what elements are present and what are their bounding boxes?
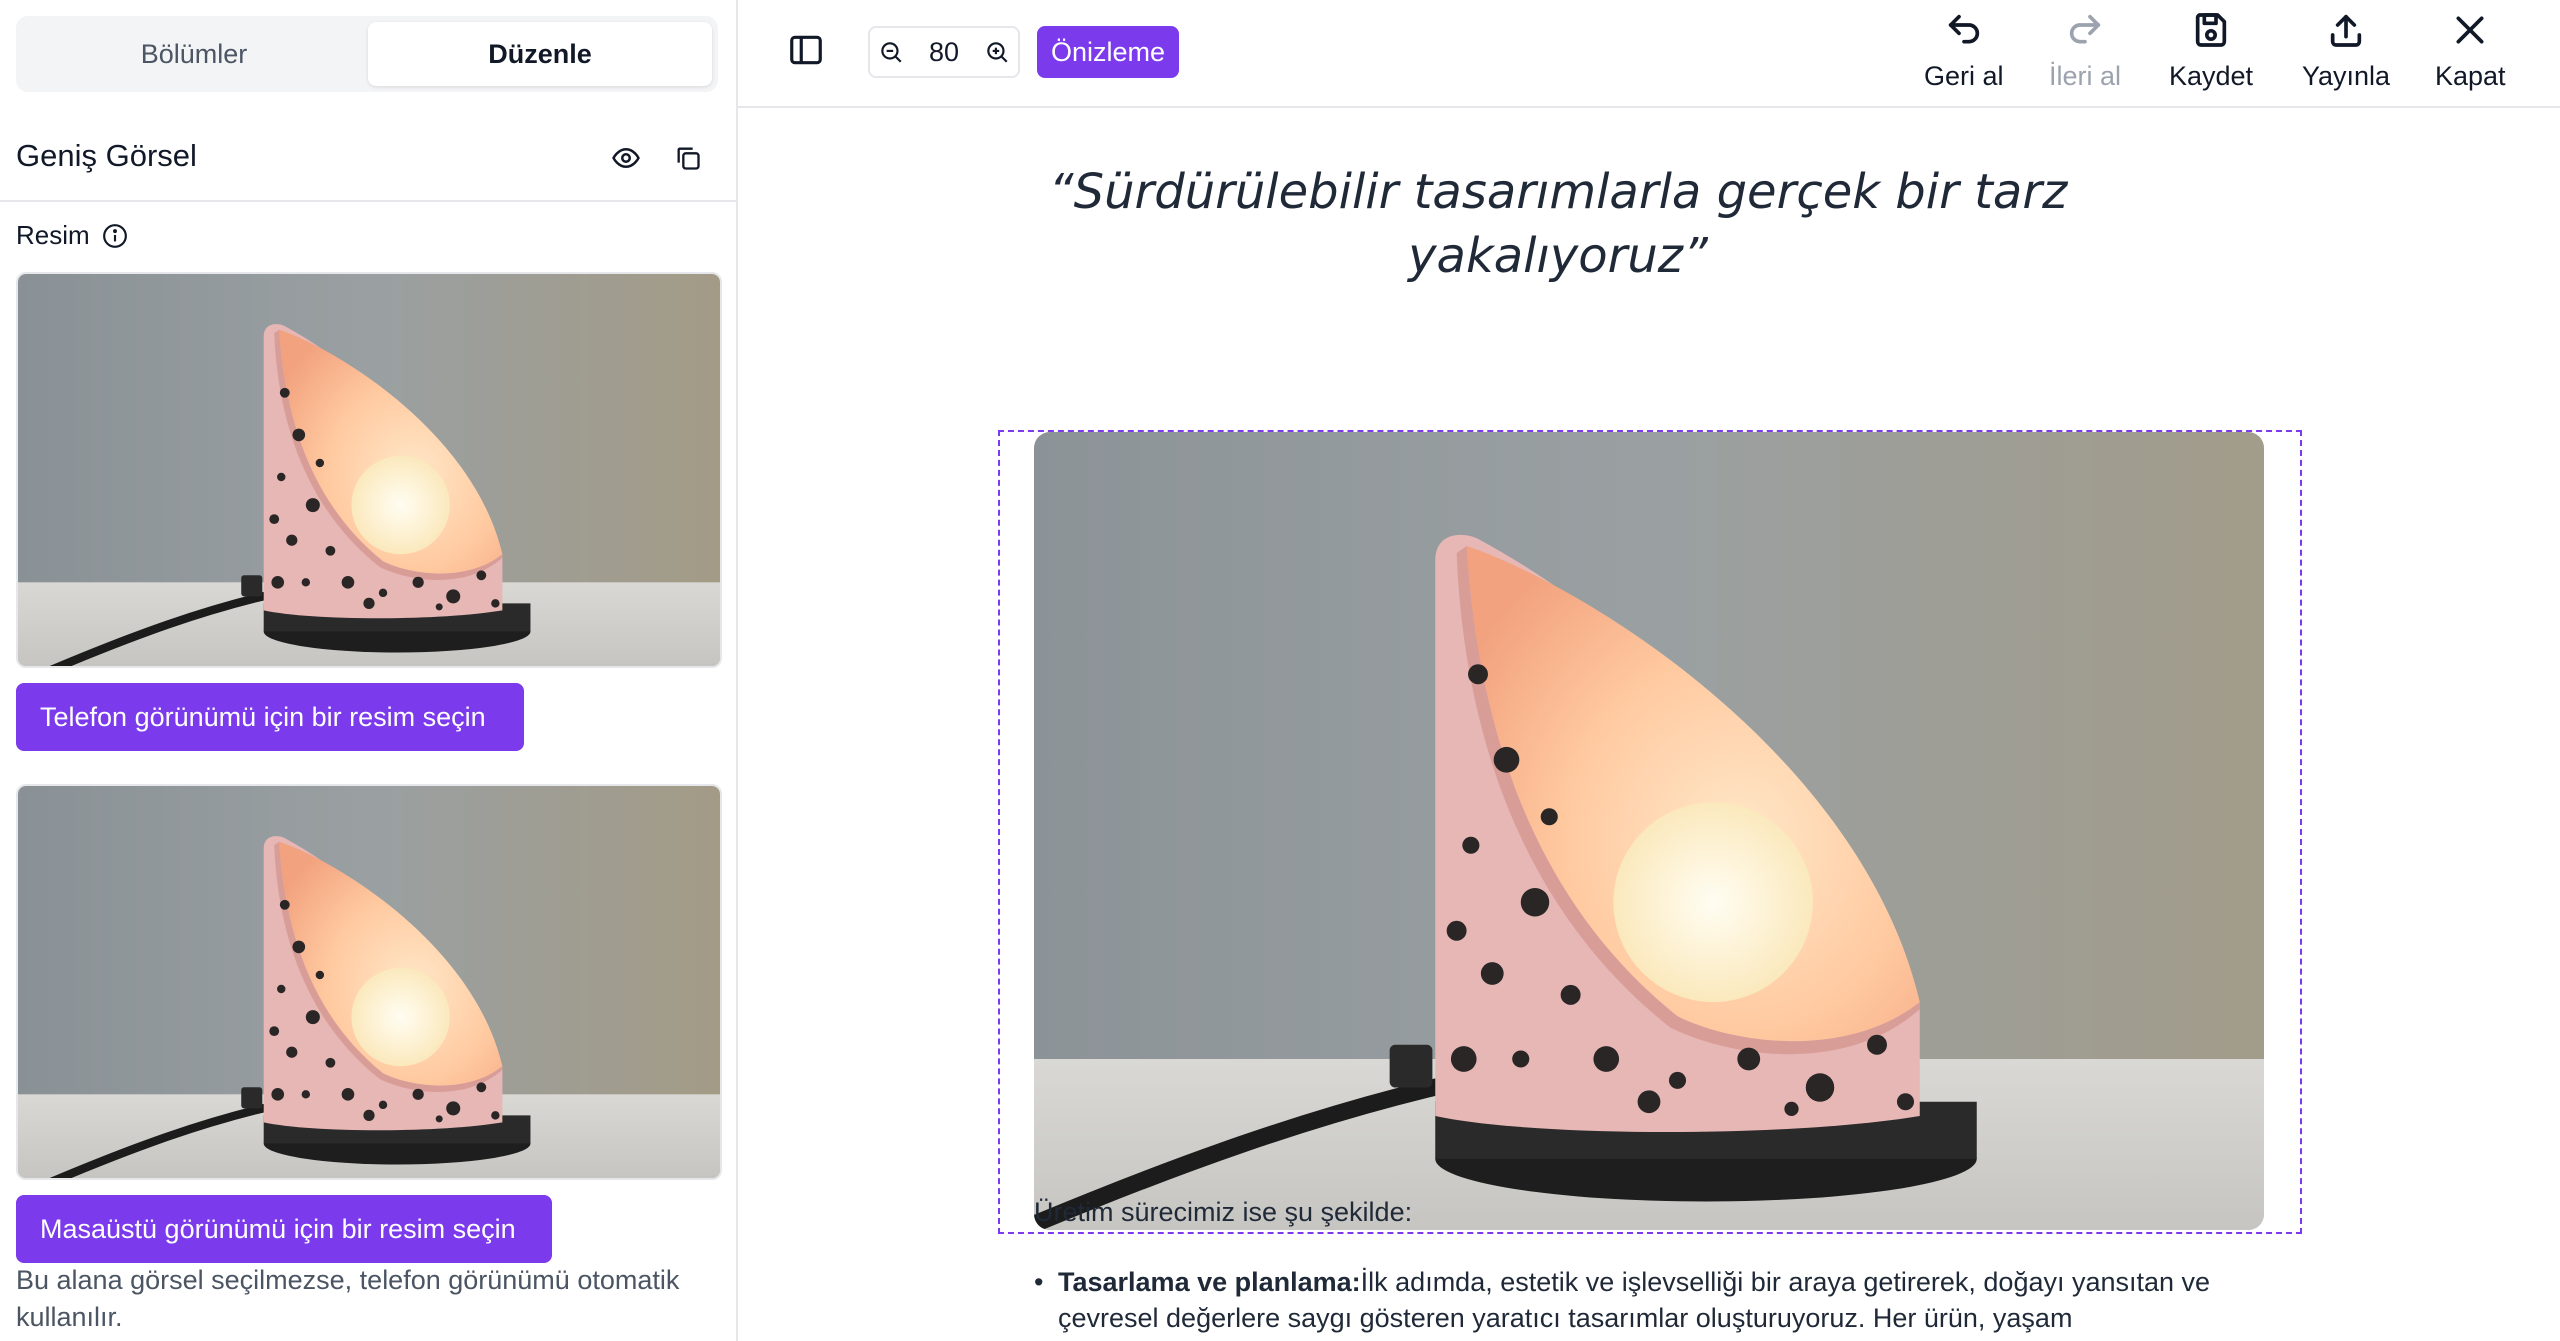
quote-text[interactable]: “Sürdürülebilir tasarımlarla gerçek bir … bbox=[938, 160, 2178, 288]
intro-paragraph[interactable]: Üretim sürecimiz ise şu şekilde: bbox=[1034, 1194, 2264, 1230]
publish-icon bbox=[2326, 10, 2366, 55]
field-label-text: Resim bbox=[16, 220, 90, 250]
redo-icon bbox=[2065, 10, 2105, 55]
info-icon[interactable] bbox=[102, 223, 128, 249]
publish-label: Yayınla bbox=[2302, 61, 2391, 91]
wide-image[interactable] bbox=[1034, 432, 2264, 1230]
publish-button[interactable]: Yayınla bbox=[2302, 10, 2390, 92]
preview-button[interactable]: Önizleme bbox=[1037, 26, 1180, 78]
sidebar: Bölümler Düzenle Geniş Görsel Resim Tele… bbox=[0, 0, 738, 1341]
zoom-value[interactable]: 80 bbox=[929, 37, 959, 68]
tab-sections[interactable]: Bölümler bbox=[22, 22, 366, 86]
section-header: Geniş Görsel bbox=[0, 116, 736, 202]
eye-icon[interactable] bbox=[604, 136, 648, 180]
close-button[interactable]: Kapat bbox=[2435, 10, 2506, 92]
tab-edit[interactable]: Düzenle bbox=[368, 22, 712, 86]
save-button[interactable]: Kaydet bbox=[2169, 10, 2253, 92]
close-icon bbox=[2450, 10, 2490, 55]
sidebar-tabs: Bölümler Düzenle bbox=[16, 16, 718, 92]
phone-image-button[interactable]: Telefon görünümü için bir resim seçin bbox=[16, 683, 524, 751]
editor-canvas: “Sürdürülebilir tasarımlarla gerçek bir … bbox=[738, 108, 2560, 1341]
image-field-label: Resim bbox=[16, 220, 128, 251]
sidebar-toggle-icon[interactable] bbox=[784, 28, 828, 72]
redo-label: İleri al bbox=[2049, 61, 2122, 91]
save-label: Kaydet bbox=[2169, 61, 2254, 91]
undo-button[interactable]: Geri al bbox=[1924, 10, 2004, 92]
bullet-bold-text: Tasarlama ve planlama: bbox=[1058, 1267, 1361, 1297]
close-label: Kapat bbox=[2435, 61, 2506, 91]
editor-toolbar: 80 Önizleme Geri al İleri al Kaydet Yayı… bbox=[738, 0, 2560, 108]
undo-icon bbox=[1944, 10, 1984, 55]
redo-button[interactable]: İleri al bbox=[2049, 10, 2121, 92]
phone-image-preview[interactable] bbox=[16, 272, 722, 668]
save-icon bbox=[2191, 10, 2231, 55]
zoom-control: 80 bbox=[868, 26, 1020, 78]
desktop-image-button[interactable]: Masaüstü görünümü için bir resim seçin bbox=[16, 1195, 552, 1263]
undo-label: Geri al bbox=[1924, 61, 2004, 91]
help-text: Bu alana görsel seçilmezse, telefon görü… bbox=[16, 1265, 680, 1332]
zoom-out-icon[interactable] bbox=[878, 39, 904, 65]
list-item[interactable]: Tasarlama ve planlama:İlk adımda, esteti… bbox=[1034, 1264, 2268, 1336]
copy-icon[interactable] bbox=[666, 136, 710, 180]
section-title: Geniş Görsel bbox=[16, 138, 197, 173]
zoom-in-icon[interactable] bbox=[984, 39, 1010, 65]
desktop-image-preview[interactable] bbox=[16, 784, 722, 1180]
